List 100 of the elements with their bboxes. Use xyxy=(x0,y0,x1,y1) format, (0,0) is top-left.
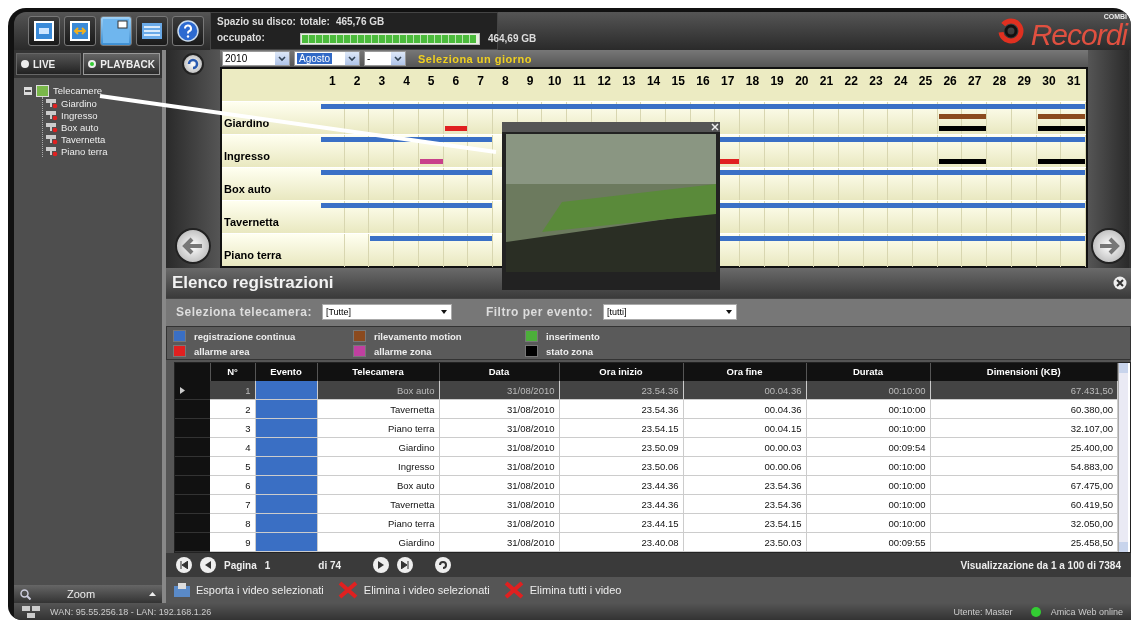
table-cell: 8 xyxy=(210,513,255,533)
day-number[interactable]: 31 xyxy=(1061,69,1086,88)
user-label: Utente: Master xyxy=(953,606,1013,617)
refresh-button[interactable] xyxy=(182,53,204,75)
day-number[interactable]: 27 xyxy=(962,69,988,88)
year-select[interactable]: 2010 xyxy=(222,51,290,66)
collapse-icon[interactable] xyxy=(24,86,32,95)
table-cell: 54.883,00 xyxy=(930,456,1118,476)
day-number[interactable]: 3 xyxy=(369,69,395,88)
column-header[interactable]: Ora fine xyxy=(683,362,806,381)
column-header[interactable]: Telecamera xyxy=(317,362,439,381)
day-number[interactable]: 30 xyxy=(1036,69,1062,88)
toolbar-button[interactable] xyxy=(136,16,168,46)
toolbar-button[interactable] xyxy=(28,16,60,46)
logo-text: Recordi xyxy=(1030,21,1127,49)
results-summary: Visualizzazione da 1 a 100 di 7384 xyxy=(960,559,1121,571)
caret-icon[interactable] xyxy=(149,592,156,596)
triangle-left-icon xyxy=(204,561,212,570)
table-cell: 23.44.36 xyxy=(559,494,683,514)
day-number[interactable]: 13 xyxy=(616,69,642,88)
tree-item[interactable]: Ingresso xyxy=(61,109,98,121)
day-number[interactable]: 26 xyxy=(937,69,963,88)
day-number[interactable]: 11 xyxy=(567,69,592,88)
tree-item[interactable]: Tavernetta xyxy=(61,133,106,145)
column-header[interactable]: Evento xyxy=(255,362,317,381)
table-cell: 31/08/2010 xyxy=(439,532,559,552)
help-icon xyxy=(177,20,199,42)
day-number[interactable]: 12 xyxy=(591,69,617,88)
day-number[interactable]: 14 xyxy=(641,69,666,88)
tree-item[interactable]: Piano terra xyxy=(61,145,108,157)
column-header[interactable]: Ora inizio xyxy=(559,362,683,381)
day-number[interactable]: 20 xyxy=(789,69,815,88)
scrollbar[interactable] xyxy=(1118,362,1128,553)
table-cell: 32.050,00 xyxy=(930,513,1118,533)
page-label: Pagina xyxy=(224,559,257,571)
day-number[interactable]: 25 xyxy=(913,69,938,88)
day-number[interactable]: 19 xyxy=(764,69,790,88)
day-number[interactable]: 4 xyxy=(394,69,419,88)
row-pointer-icon xyxy=(180,386,185,394)
table-cell: 23.50.06 xyxy=(559,456,683,476)
day-number[interactable]: 9 xyxy=(517,69,543,88)
mode-button[interactable]: PLAYBACK xyxy=(83,53,160,75)
toolbar-button[interactable] xyxy=(64,16,96,46)
column-header[interactable]: Data xyxy=(439,362,559,381)
day-number[interactable]: 15 xyxy=(665,69,691,88)
next-page-button[interactable] xyxy=(373,557,390,574)
recording-segment[interactable] xyxy=(938,126,987,131)
day-number[interactable]: 23 xyxy=(863,69,889,88)
legend-label: registrazione continua xyxy=(194,330,296,342)
day-number[interactable]: 8 xyxy=(492,69,518,88)
delete-button[interactable]: Elimina i video selezionati xyxy=(337,581,490,600)
day-number[interactable]: 28 xyxy=(987,69,1012,88)
refresh-button[interactable] xyxy=(435,557,452,574)
table-cell: 31/08/2010 xyxy=(439,494,559,514)
column-header[interactable]: Durata xyxy=(806,362,930,381)
tree-item[interactable]: Telecamere xyxy=(53,85,103,96)
last-page-button[interactable] xyxy=(397,557,414,574)
next-month-button[interactable] xyxy=(1090,228,1127,264)
column-header[interactable]: Dimensioni (KB) xyxy=(930,362,1118,381)
day-number[interactable]: 5 xyxy=(418,69,444,88)
camera-filter-select[interactable]: [Tutte] xyxy=(321,304,452,321)
day-number[interactable]: 6 xyxy=(443,69,469,88)
previous-month-button[interactable] xyxy=(175,228,211,264)
recording-segment[interactable] xyxy=(938,159,987,164)
section-title: Elenco registrazioni xyxy=(172,272,334,293)
day-select[interactable]: - xyxy=(364,51,406,66)
camera-icon xyxy=(45,145,59,157)
table-cell: 1 xyxy=(210,380,255,400)
first-page-button[interactable] xyxy=(176,557,192,574)
day-number[interactable]: 7 xyxy=(468,69,493,88)
toolbar-button[interactable] xyxy=(172,16,204,46)
arrow-right-icon xyxy=(1097,237,1120,255)
day-number[interactable]: 29 xyxy=(1011,69,1037,88)
refresh-icon xyxy=(187,58,199,70)
day-number[interactable]: 18 xyxy=(740,69,765,88)
tree-item[interactable]: Box auto xyxy=(61,121,99,133)
table-cell: 31/08/2010 xyxy=(439,513,559,533)
day-number[interactable]: 2 xyxy=(344,69,370,88)
day-number[interactable]: 1 xyxy=(320,69,345,88)
month-select[interactable]: Agosto xyxy=(294,51,360,66)
day-number[interactable]: 16 xyxy=(690,69,716,88)
table-cell: 00:10:00 xyxy=(806,399,930,419)
day-number[interactable]: 24 xyxy=(888,69,914,88)
export-button[interactable]: Esporta i video selezionati xyxy=(174,583,324,598)
column-header[interactable]: N° xyxy=(210,362,255,381)
caret-icon xyxy=(440,310,447,315)
day-number[interactable]: 21 xyxy=(814,69,839,88)
event-filter-select[interactable]: [tutti] xyxy=(602,304,737,321)
legend-label: allarme zona xyxy=(374,345,432,357)
zoom-label[interactable]: Zoom xyxy=(67,588,96,600)
mode-button[interactable]: LIVE xyxy=(16,53,82,75)
used-value: 464,69 GB xyxy=(487,33,537,45)
day-number[interactable]: 22 xyxy=(838,69,864,88)
tree-item[interactable]: Giardino xyxy=(61,97,97,109)
delete-button[interactable]: Elimina tutti i video xyxy=(503,581,622,600)
day-number[interactable]: 17 xyxy=(715,69,741,88)
table-cell: 23.50.09 xyxy=(559,437,683,457)
previous-page-button[interactable] xyxy=(200,557,216,574)
close-icon[interactable] xyxy=(1113,275,1127,290)
day-number[interactable]: 10 xyxy=(542,69,568,88)
